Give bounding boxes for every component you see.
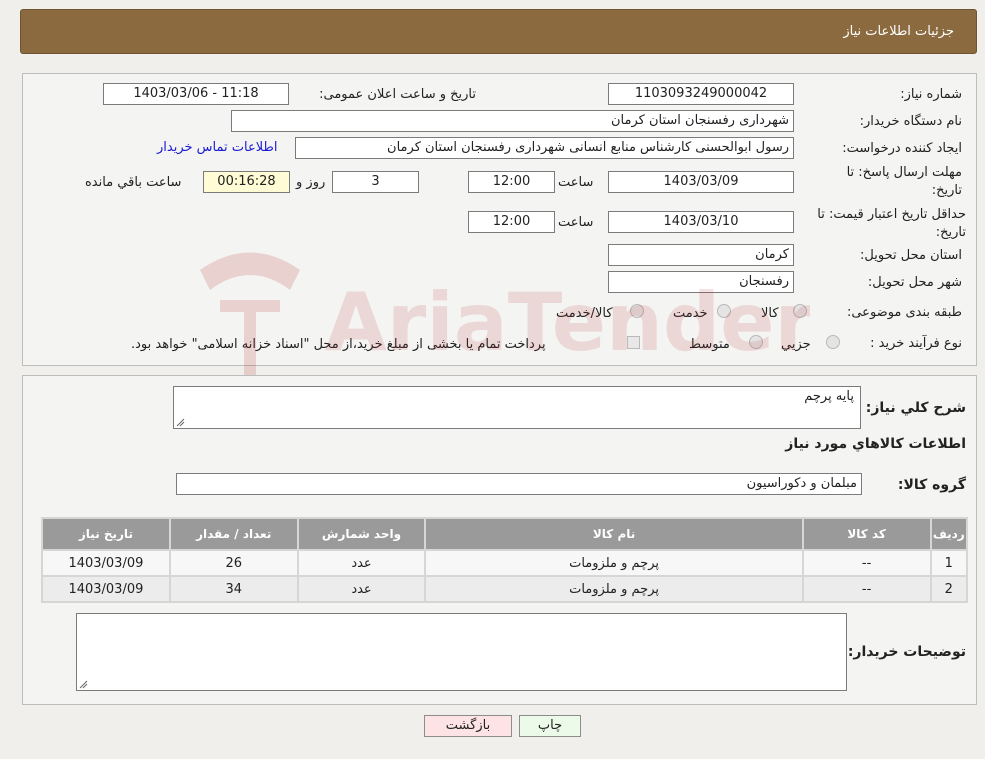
cell-row: 2 [931,577,966,601]
buyer-notes-label: توضیحات خریدار: [847,644,966,660]
deadline-label: مهلت ارسال پاسخ: تا تاریخ: [846,165,962,198]
category-service-label: خدمت [673,306,708,321]
requester-label: ایجاد کننده درخواست: [842,141,962,156]
days-label: روز و [296,175,326,190]
validity-date-field[interactable]: 1403/03/10 [608,211,794,233]
process-minor-label: جزيي [781,337,811,352]
col-qty-header: تعداد / مقدار [170,519,297,549]
resize-grip-icon[interactable] [176,418,185,427]
goods-table: رديف کد کالا نام کالا واحد شمارش تعداد /… [41,517,968,603]
summary-text: پایه پرچم [804,389,854,404]
category-goods-label: کالا [761,306,779,321]
cell-date: 1403/03/09 [43,577,169,601]
province-label: استان محل تحویل: [860,248,962,263]
remaining-label: ساعت باقي مانده [85,175,182,190]
cell-name: پرچم و ملزومات [426,551,802,575]
cell-qty: 34 [170,577,297,601]
table-row: 1 -- پرچم و ملزومات عدد 26 1403/03/09 [43,551,966,575]
city-field[interactable]: رفسنجان [608,271,794,293]
treasury-payment-note: پرداخت تمام یا بخشی از مبلغ خرید،از محل … [131,337,546,352]
announce-datetime-field[interactable]: 1403/03/06 - 11:18 [103,83,289,105]
page-header: جزئیات اطلاعات نیاز [20,9,977,54]
process-label: نوع فرآیند خرید : [870,336,962,351]
cell-code: -- [803,551,930,575]
validity-time-label: ساعت [558,215,594,230]
summary-textarea[interactable]: پایه پرچم [173,386,861,429]
province-field[interactable]: کرمان [608,244,794,266]
print-button[interactable]: چاپ [519,715,581,737]
goods-info-title: اطلاعات کالاهاي مورد نياز [785,436,966,452]
cell-date: 1403/03/09 [43,551,169,575]
cell-code: -- [803,577,930,601]
col-date-header: تاریخ نیاز [43,519,169,549]
need-info-panel: شماره نیاز: 1103093249000042 تاریخ و ساع… [22,73,977,366]
category-goods-service-label: کالا/خدمت [556,306,613,321]
cell-qty: 26 [170,551,297,575]
cell-unit: عدد [298,577,425,601]
validity-time-field[interactable]: 12:00 [468,211,555,233]
deadline-time-field[interactable]: 12:00 [468,171,555,193]
goods-group-field[interactable]: مبلمان و دکوراسیون [176,473,862,495]
back-button[interactable]: بازگشت [424,715,512,737]
goods-group-label: گروه کالا: [897,477,966,493]
summary-label: شرح کلي نياز: [865,400,966,416]
resize-grip-icon[interactable] [79,680,88,689]
cell-row: 1 [931,551,966,575]
col-name-header: نام کالا [426,519,802,549]
validity-label: حداقل تاریخ اعتبار قیمت: تا تاریخ: [817,207,966,240]
category-service-radio[interactable] [717,304,731,318]
buyer-org-label: نام دستگاه خریدار: [859,114,962,129]
goods-table-header-row: رديف کد کالا نام کالا واحد شمارش تعداد /… [43,519,966,549]
need-number-field[interactable]: 1103093249000042 [608,83,794,105]
deadline-date-field[interactable]: 1403/03/09 [608,171,794,193]
process-medium-radio[interactable] [749,335,763,349]
buyer-notes-textarea[interactable] [76,613,847,691]
buyer-org-field[interactable]: شهرداری رفسنجان استان کرمان [231,110,794,132]
treasury-payment-checkbox[interactable] [627,336,640,349]
col-code-header: کد کالا [803,519,930,549]
process-medium-label: متوسط [689,337,730,352]
col-row-header: رديف [931,519,966,549]
col-unit-header: واحد شمارش [298,519,425,549]
announce-label: تاریخ و ساعت اعلان عمومی: [319,87,476,102]
table-row: 2 -- پرچم و ملزومات عدد 34 1403/03/09 [43,577,966,601]
category-label: طبقه بندی موضوعی: [846,305,962,320]
deadline-time-label: ساعت [558,175,594,190]
cell-unit: عدد [298,551,425,575]
requester-field[interactable]: رسول ابوالحسنی کارشناس منابع انسانی شهرد… [295,137,794,159]
cell-name: پرچم و ملزومات [426,577,802,601]
city-label: شهر محل تحویل: [867,275,962,290]
details-panel: شرح کلي نياز: پایه پرچم اطلاعات کالاهاي … [22,375,977,705]
remaining-time-field[interactable]: 00:16:28 [203,171,290,193]
process-minor-radio[interactable] [826,335,840,349]
days-field[interactable]: 3 [332,171,419,193]
category-goods-service-radio[interactable] [630,304,644,318]
need-number-label: شماره نیاز: [900,87,962,102]
page-title: جزئیات اطلاعات نیاز [843,24,954,39]
buyer-contact-link[interactable]: اطلاعات تماس خریدار [157,140,277,155]
category-goods-radio[interactable] [793,304,807,318]
